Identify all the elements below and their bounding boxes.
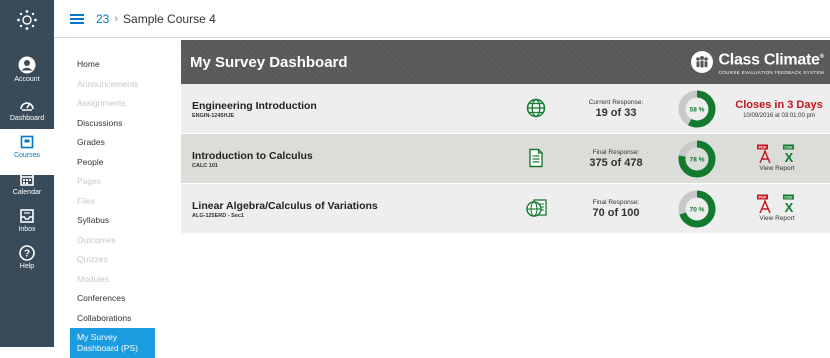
survey-row[interactable]: Linear Algebra/Calculus of Variations AL… (181, 184, 830, 234)
csv-badge-label: CSV (784, 195, 793, 200)
report-downloads: PDF CSV X View Report (754, 144, 800, 172)
menu-toggle-icon[interactable] (70, 13, 84, 24)
dashboard-icon (20, 102, 34, 111)
course-nav-pages[interactable]: Pages (77, 172, 155, 192)
survey-dashboard: My Survey Dashboard Class Climate® COURS… (181, 40, 830, 234)
people-group-icon (690, 50, 713, 73)
course-nav-outcomes[interactable]: Outcomes (77, 231, 155, 251)
class-climate-logo: Class Climate® COURSE EVALUATION FEEDBAC… (690, 49, 824, 75)
response-value: 19 of 33 (595, 107, 637, 119)
course-nav-assignments[interactable]: Assignments (77, 94, 155, 114)
csv-badge-label: CSV (784, 145, 793, 150)
course-nav-quizzes[interactable]: Quizzes (77, 250, 155, 270)
response-rate-donut: 78 % (678, 140, 716, 178)
breadcrumb-separator: › (114, 12, 119, 25)
nav-inbox-label: Inbox (18, 226, 36, 233)
donut-percent-label: 58 % (690, 107, 705, 114)
view-report-link[interactable]: View Report (754, 165, 800, 172)
response-count: Current Response: 19 of 33 (571, 99, 661, 119)
response-value: 375 of 478 (589, 157, 643, 169)
survey-row[interactable]: Engineering Introduction ENGIN-1245HJE C… (181, 84, 830, 134)
course-nav-discussions[interactable]: Discussions (77, 114, 155, 134)
closes-text: Closes in 3 Days (735, 99, 823, 111)
canvas-logo-icon[interactable] (0, 0, 54, 40)
survey-title[interactable]: Engineering Introduction (192, 100, 317, 112)
breadcrumb-course-name: Sample Course 4 (123, 11, 216, 26)
view-report-link[interactable]: View Report (754, 215, 800, 222)
nav-account-label: Account (14, 76, 40, 83)
pdf-badge-label: PDF (759, 195, 768, 200)
survey-title[interactable]: Linear Algebra/Calculus of Variations (192, 200, 378, 212)
account-icon (18, 56, 36, 74)
csv-excel-download-icon[interactable]: CSV X (779, 194, 799, 214)
course-nav-selected-line2: Dashboard (PS) (77, 343, 138, 353)
csv-excel-download-icon[interactable]: CSV X (779, 144, 799, 164)
inbox-icon (20, 209, 34, 223)
course-nav-people[interactable]: People (77, 153, 155, 173)
course-nav-syllabus[interactable]: Syllabus (77, 211, 155, 231)
donut-percent-label: 70 % (690, 207, 705, 214)
donut-percent-label: 78 % (690, 157, 705, 164)
response-count: Final Response: 375 of 478 (571, 149, 661, 169)
nav-help[interactable]: ? Help (0, 240, 54, 286)
pdf-download-icon[interactable]: PDF (755, 194, 775, 214)
survey-title[interactable]: Introduction to Calculus (192, 150, 313, 162)
course-nav-modules[interactable]: Modules (77, 270, 155, 290)
calendar-icon (20, 173, 34, 186)
survey-code: ALG-125ERD - Sec1 (192, 213, 244, 219)
breadcrumb-course-number[interactable]: 23 (96, 12, 109, 26)
report-downloads: PDF CSV X View Report (754, 194, 800, 222)
globe-icon (526, 98, 546, 118)
response-value: 70 of 100 (592, 207, 640, 219)
closes-date: 10/09/2016 at 03:01:00 pm (743, 113, 815, 119)
course-nav-conferences[interactable]: Conferences (77, 289, 155, 309)
brand-registered: ® (819, 54, 824, 61)
nav-help-label: Help (19, 263, 35, 270)
course-nav-home[interactable]: Home (77, 55, 155, 75)
breadcrumb: 23 › Sample Course 4 (96, 12, 216, 26)
nav-account[interactable]: Account (0, 51, 54, 97)
survey-code: ENGIN-1245HJE (192, 113, 235, 119)
response-label: Final Response: (592, 149, 640, 156)
survey-code: CALC 101 (192, 163, 218, 169)
course-nav-my-survey-dashboard[interactable]: My Survey Dashboard (PS) (70, 328, 155, 358)
globe-and-paper-icon (526, 199, 547, 217)
nav-courses-label: Courses (13, 152, 41, 159)
svg-text:X: X (785, 150, 794, 164)
response-rate-donut: 70 % (678, 190, 716, 228)
course-header: 23 › Sample Course 4 (54, 0, 830, 38)
response-count: Final Response: 70 of 100 (571, 199, 661, 219)
nav-dashboard-label: Dashboard (9, 115, 45, 122)
course-nav-grades[interactable]: Grades (77, 133, 155, 153)
dashboard-header: My Survey Dashboard Class Climate® COURS… (181, 40, 830, 84)
svg-text:X: X (785, 200, 794, 214)
course-nav-selected-line1: My Survey (77, 332, 118, 342)
paper-form-icon (529, 148, 543, 168)
dashboard-title: My Survey Dashboard (190, 53, 348, 71)
brand-tagline: COURSE EVALUATION FEEDBACK SYSTEM (718, 69, 824, 75)
response-label: Final Response: (592, 199, 640, 206)
closing-info: Closes in 3 Days 10/09/2016 at 03:01:00 … (729, 99, 829, 119)
course-nav-announcements[interactable]: Announcements (77, 75, 155, 95)
course-nav-collaborations[interactable]: Collaborations (77, 309, 155, 329)
global-navigation: Account Dashboard Courses Calendar Inbox… (0, 0, 54, 347)
response-rate-donut: 58 % (678, 90, 716, 128)
response-label: Current Response: (588, 99, 644, 106)
survey-row[interactable]: Introduction to Calculus CALC 101 Final … (181, 134, 830, 184)
pdf-download-icon[interactable]: PDF (755, 144, 775, 164)
course-nav-files[interactable]: Files (77, 192, 155, 212)
brand-name: Class Climate (718, 51, 820, 69)
pdf-badge-label: PDF (759, 145, 768, 150)
help-icon: ? (19, 245, 35, 261)
courses-icon (20, 135, 34, 149)
course-navigation: Home Announcements Assignments Discussio… (70, 55, 155, 358)
nav-calendar-label: Calendar (12, 189, 42, 196)
svg-text:?: ? (24, 249, 30, 260)
